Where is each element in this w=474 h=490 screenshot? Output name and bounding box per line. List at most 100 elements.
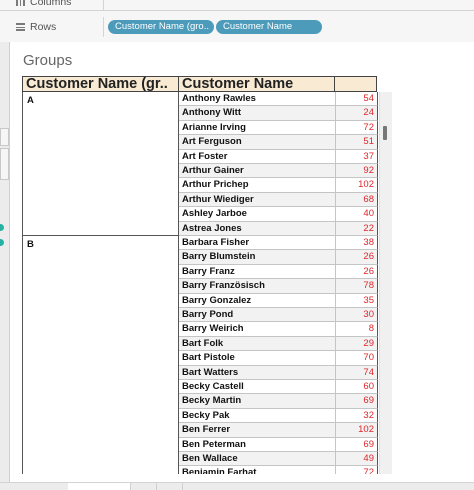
customer-name-cell[interactable]: Arthur Prichep: [179, 178, 335, 193]
value-cell[interactable]: 49: [335, 452, 378, 467]
table-row[interactable]: Barry Gonzalez 35: [179, 293, 378, 308]
value-cell[interactable]: 30: [335, 308, 378, 323]
header-customer-name[interactable]: Customer Name: [178, 76, 334, 92]
header-value[interactable]: [334, 76, 377, 92]
table-row[interactable]: Arthur Prichep 102: [179, 178, 378, 193]
customer-name-cell[interactable]: Ben Wallace: [179, 452, 335, 467]
value-cell[interactable]: 92: [335, 164, 378, 179]
value-cell[interactable]: 72: [335, 466, 378, 474]
table-row[interactable]: Arthur Wiediger 68: [179, 192, 378, 208]
table-row[interactable]: Benjamin Farhat 72: [179, 466, 378, 474]
table-row[interactable]: Art Foster 37: [179, 149, 378, 164]
columns-shelf[interactable]: Columns: [0, 0, 474, 11]
customer-name-cell[interactable]: Benjamin Farhat: [179, 466, 335, 474]
table-row[interactable]: Ben Wallace 49: [179, 452, 378, 467]
table-row[interactable]: Barry Franz 26: [179, 264, 378, 280]
rows-shelf-label: Rows: [0, 17, 104, 37]
customer-name-cell[interactable]: Barry Gonzalez: [179, 294, 335, 308]
table-row[interactable]: Becky Martin 69: [179, 394, 378, 409]
customer-name-cell[interactable]: Barry Weirich: [179, 322, 335, 337]
customer-name-cell[interactable]: Becky Pak: [179, 409, 335, 424]
table-row[interactable]: Ashley Jarboe 40: [179, 207, 378, 222]
value-cell[interactable]: 22: [335, 221, 378, 236]
value-cell[interactable]: 24: [335, 106, 378, 121]
table-row[interactable]: Barry Pond 30: [179, 308, 378, 323]
value-cell[interactable]: 102: [335, 423, 378, 438]
group-cell[interactable]: A: [23, 92, 179, 236]
table-row[interactable]: Barry Französisch 78: [179, 279, 378, 294]
value-cell[interactable]: 69: [335, 437, 378, 452]
value-cell[interactable]: 72: [335, 120, 378, 136]
customer-name-cell[interactable]: Becky Martin: [179, 394, 335, 409]
customer-name-cell[interactable]: Anthony Witt: [179, 106, 335, 121]
value-cell[interactable]: 35: [335, 293, 378, 308]
pill-customer-name[interactable]: Customer Name: [216, 20, 322, 34]
value-cell[interactable]: 26: [335, 264, 378, 280]
table-row[interactable]: Arianne Irving 72: [179, 120, 378, 136]
rows-shelf[interactable]: Rows Customer Name (gro.. Customer Name: [0, 17, 474, 37]
customer-name-cell[interactable]: Barry Französisch: [179, 279, 335, 294]
status-dot-icon: [0, 239, 4, 246]
customer-name-cell[interactable]: Art Ferguson: [179, 135, 335, 150]
value-cell[interactable]: 68: [335, 192, 378, 208]
customer-name-cell[interactable]: Arthur Gainer: [179, 164, 335, 179]
customer-name-cell[interactable]: Ashley Jarboe: [179, 207, 335, 222]
customer-name-cell[interactable]: Barry Blumstein: [179, 250, 335, 265]
group-cell[interactable]: B: [23, 236, 179, 474]
table-row[interactable]: Barbara Fisher 38: [179, 236, 378, 251]
customer-name-cell[interactable]: Bart Folk: [179, 336, 335, 352]
table-row[interactable]: Ben Peterman 69: [179, 437, 378, 452]
table-row[interactable]: Becky Castell 60: [179, 380, 378, 395]
table-row[interactable]: Becky Pak 32: [179, 408, 378, 424]
table-row[interactable]: Astrea Jones 22: [179, 221, 378, 236]
value-cell[interactable]: 51: [335, 135, 378, 150]
scrollbar-thumb[interactable]: [383, 126, 387, 140]
table-row[interactable]: Art Ferguson 51: [179, 135, 378, 150]
table-row[interactable]: Arthur Gainer 92: [179, 164, 378, 179]
value-cell[interactable]: 54: [335, 92, 378, 107]
side-panel-box[interactable]: [0, 128, 9, 146]
customer-name-cell[interactable]: Barbara Fisher: [179, 236, 335, 251]
customer-name-cell[interactable]: Barry Franz: [179, 265, 335, 280]
table-row[interactable]: Bart Folk 29: [179, 336, 378, 352]
table-row[interactable]: Anthony Rawles 54: [179, 92, 378, 107]
customer-name-cell[interactable]: Bart Watters: [179, 365, 335, 380]
value-cell[interactable]: 29: [335, 336, 378, 352]
rows-icon: [16, 23, 25, 31]
customer-name-cell[interactable]: Arianne Irving: [179, 121, 335, 136]
value-cell[interactable]: 37: [335, 149, 378, 164]
customer-name-cell[interactable]: Arthur Wiediger: [179, 192, 335, 208]
header-customer-name-group[interactable]: Customer Name (gr..: [22, 76, 178, 92]
table-row[interactable]: Barry Blumstein 26: [179, 250, 378, 265]
value-cell[interactable]: 38: [335, 236, 378, 251]
value-cell[interactable]: 40: [335, 207, 378, 222]
customer-name-cell[interactable]: Art Foster: [179, 150, 335, 164]
table-row[interactable]: Anthony Witt 24: [179, 106, 378, 121]
customer-name-cell[interactable]: Becky Castell: [179, 380, 335, 395]
status-dot-icon: [0, 224, 4, 231]
value-cell[interactable]: 69: [335, 394, 378, 409]
table-row[interactable]: Bart Watters 74: [179, 365, 378, 380]
customer-name-cell[interactable]: Astrea Jones: [179, 221, 335, 236]
side-panel-box[interactable]: [0, 148, 9, 180]
table-row[interactable]: Barry Weirich 8: [179, 322, 378, 337]
table-row[interactable]: Ben Ferrer 102: [179, 423, 378, 438]
columns-icon: [16, 0, 25, 6]
value-cell[interactable]: 60: [335, 380, 378, 395]
customer-name-cell[interactable]: Ben Ferrer: [179, 423, 335, 438]
vertical-scrollbar[interactable]: [379, 92, 392, 474]
customer-name-cell[interactable]: Bart Pistole: [179, 351, 335, 366]
value-cell[interactable]: 8: [335, 322, 378, 337]
pill-customer-name-group[interactable]: Customer Name (gro..: [108, 20, 214, 34]
value-cell[interactable]: 26: [335, 250, 378, 265]
customer-name-cell[interactable]: Barry Pond: [179, 308, 335, 323]
customer-name-cell[interactable]: Anthony Rawles: [179, 92, 335, 107]
value-cell[interactable]: 32: [335, 408, 378, 424]
value-cell[interactable]: 74: [335, 365, 378, 380]
customer-name-cell[interactable]: Ben Peterman: [179, 438, 335, 452]
value-cell[interactable]: 102: [335, 178, 378, 193]
table-row[interactable]: Bart Pistole 70: [179, 351, 378, 366]
value-cell[interactable]: 70: [335, 351, 378, 366]
value-cell[interactable]: 78: [335, 279, 378, 294]
table-header-row: Customer Name (gr.. Customer Name: [22, 76, 377, 92]
